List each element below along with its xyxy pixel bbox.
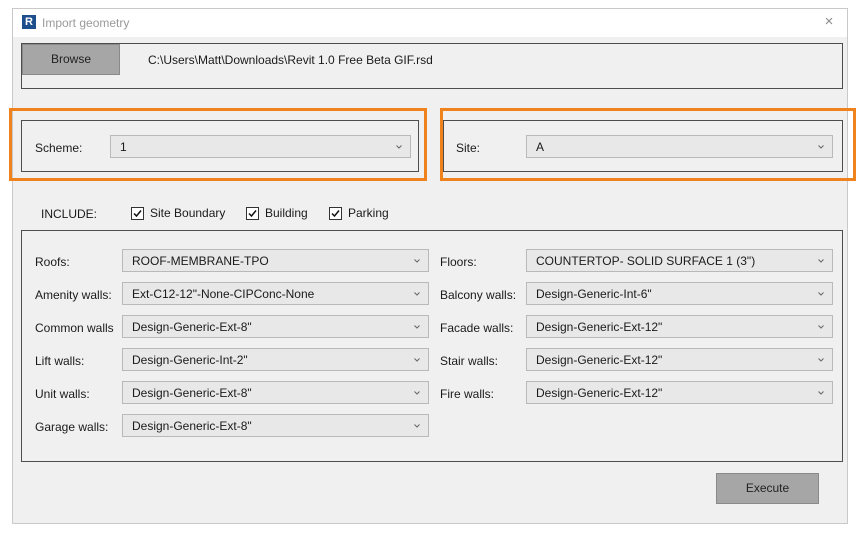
chevron-down-icon [414,424,420,428]
lift-walls-dropdown[interactable]: Design-Generic-Int-2" [122,348,429,371]
checkbox-box [246,206,259,220]
floors-value: COUNTERTOP- SOLID SURFACE 1 (3") [536,254,756,268]
chevron-down-icon [818,145,824,149]
window-title: Import geometry [42,16,130,30]
floors-label: Floors: [440,255,477,269]
scheme-dropdown[interactable]: 1 [110,135,411,158]
chevron-down-icon [414,325,420,329]
fire-walls-value: Design-Generic-Ext-12" [536,386,663,400]
checkmark-icon [133,209,142,217]
amenity-walls-dropdown[interactable]: Ext-C12-12"-None-CIPConc-None [122,282,429,305]
parking-checkbox[interactable]: Parking [329,206,389,220]
balcony-walls-dropdown[interactable]: Design-Generic-Int-6" [526,282,833,305]
scheme-value: 1 [120,140,127,154]
unit-walls-dropdown[interactable]: Design-Generic-Ext-8" [122,381,429,404]
site-label: Site: [456,141,481,155]
chevron-down-icon [396,145,402,149]
building-label: Building [265,206,308,220]
chevron-down-icon [414,391,420,395]
common-walls-dropdown[interactable]: Design-Generic-Ext-8" [122,315,429,338]
amenity-walls-label: Amenity walls: [35,288,112,302]
revit-app-icon: R [22,15,36,29]
site-value: A [536,140,545,154]
roofs-value: ROOF-MEMBRANE-TPO [132,254,269,268]
fire-walls-dropdown[interactable]: Design-Generic-Ext-12" [526,381,833,404]
building-checkbox[interactable]: Building [246,206,308,220]
facade-walls-label: Facade walls: [440,321,514,335]
chevron-down-icon [414,292,420,296]
checkmark-icon [331,209,340,217]
stair-walls-label: Stair walls: [440,354,499,368]
lift-walls-value: Design-Generic-Int-2" [132,353,248,367]
facade-walls-value: Design-Generic-Ext-12" [536,320,663,334]
execute-button[interactable]: Execute [716,473,819,504]
chevron-down-icon [818,292,824,296]
unit-walls-value: Design-Generic-Ext-8" [132,386,252,400]
site-boundary-label: Site Boundary [150,206,226,220]
close-icon[interactable]: × [819,13,839,31]
site-boundary-checkbox[interactable]: Site Boundary [131,206,225,220]
stair-walls-value: Design-Generic-Ext-12" [536,353,663,367]
checkmark-icon [248,209,257,217]
roofs-label: Roofs: [35,255,70,269]
include-label: INCLUDE: [41,207,98,221]
chevron-down-icon [414,358,420,362]
chevron-down-icon [818,358,824,362]
unit-walls-label: Unit walls: [35,387,90,401]
garage-walls-value: Design-Generic-Ext-8" [132,419,252,433]
chevron-down-icon [414,259,420,263]
chevron-down-icon [818,391,824,395]
parking-label: Parking [348,206,389,220]
garage-walls-label: Garage walls: [35,420,109,434]
common-walls-label: Common walls [35,321,114,335]
common-walls-value: Design-Generic-Ext-8" [132,320,252,334]
garage-walls-dropdown[interactable]: Design-Generic-Ext-8" [122,414,429,437]
facade-walls-dropdown[interactable]: Design-Generic-Ext-12" [526,315,833,338]
lift-walls-label: Lift walls: [35,354,85,368]
stair-walls-dropdown[interactable]: Design-Generic-Ext-12" [526,348,833,371]
site-dropdown[interactable]: A [526,135,833,158]
floors-dropdown[interactable]: COUNTERTOP- SOLID SURFACE 1 (3") [526,249,833,272]
balcony-walls-value: Design-Generic-Int-6" [536,287,652,301]
chevron-down-icon [818,325,824,329]
chevron-down-icon [818,259,824,263]
roofs-dropdown[interactable]: ROOF-MEMBRANE-TPO [122,249,429,272]
browse-button[interactable]: Browse [22,44,120,75]
checkbox-box [131,206,144,220]
scheme-label: Scheme: [35,141,83,155]
checkbox-box [329,206,342,220]
title-bar[interactable]: R Import geometry × [13,9,847,37]
file-path: C:\Users\Matt\Downloads\Revit 1.0 Free B… [148,53,433,67]
fire-walls-label: Fire walls: [440,387,495,401]
balcony-walls-label: Balcony walls: [440,288,517,302]
amenity-walls-value: Ext-C12-12"-None-CIPConc-None [132,287,315,301]
